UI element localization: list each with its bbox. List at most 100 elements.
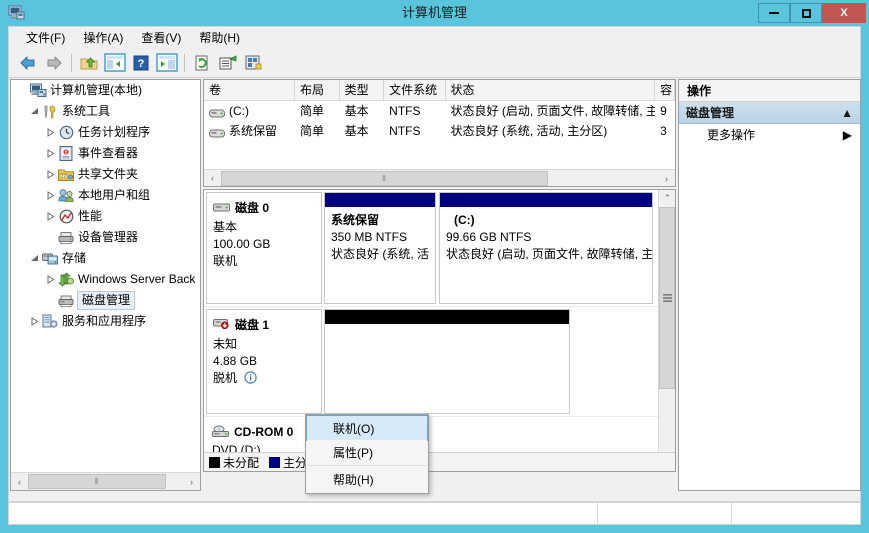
tree-item-disk-management[interactable]: 磁盘管理 <box>11 290 200 311</box>
chevron-up-icon[interactable]: ▲ <box>841 106 853 120</box>
cell-status: 状态良好 (系统, 活动, 主分区) <box>450 124 608 138</box>
tree-item-shared-folders[interactable]: 22 共享文件夹 <box>11 164 200 185</box>
disk-0-size: 100.00 GB <box>213 237 271 251</box>
cdrom-icon <box>212 425 230 439</box>
tree-item-storage[interactable]: 存储 <box>11 248 200 269</box>
partition-bar <box>440 193 652 207</box>
show-action-pane-icon[interactable] <box>154 51 180 75</box>
column-header-volume[interactable]: 卷 <box>204 80 296 100</box>
expander-collapsed-icon[interactable] <box>43 164 57 185</box>
disk-view-vertical-scrollbar[interactable]: ⌃ ⌄ <box>658 190 675 471</box>
expander-collapsed-icon[interactable] <box>43 269 57 290</box>
tools-icon <box>41 103 59 121</box>
expander-collapsed-icon[interactable] <box>43 122 57 143</box>
toolbar-separator-2 <box>184 53 185 72</box>
cell-filesystem: NTFS <box>389 104 421 118</box>
status-bar-main <box>9 503 598 524</box>
disk-0-info[interactable]: 磁盘 0 基本 100.00 GB 联机 <box>206 192 322 304</box>
tree-item-local-users-groups[interactable]: 本地用户和组 <box>11 185 200 206</box>
column-header-filesystem[interactable]: 文件系统 <box>384 80 446 100</box>
maximize-button[interactable] <box>790 3 822 23</box>
cdrom-0-title: CD-ROM 0 <box>212 425 316 439</box>
table-row[interactable]: 系统保留 简单 基本 NTFS 状态良好 (系统, 活动, 主分区) 3 <box>204 121 675 141</box>
cell-type: 基本 <box>344 104 369 118</box>
column-header-status[interactable]: 状态 <box>446 80 656 100</box>
disk-1-status-line: 脱机 <box>213 370 315 389</box>
tree-item-computer-management[interactable]: 计算机管理(本地) <box>11 80 200 101</box>
partition-bar-unallocated <box>325 310 569 324</box>
expander-expanded-icon[interactable] <box>27 101 41 122</box>
scroll-right-icon[interactable]: › <box>658 170 675 186</box>
scroll-up-icon[interactable]: ⌃ <box>659 190 675 207</box>
expander-expanded-icon[interactable] <box>27 248 41 269</box>
tree-item-windows-server-backup[interactable]: Windows Server Back <box>11 269 200 290</box>
table-row[interactable]: (C:) 简单 基本 NTFS 状态良好 (启动, 页面文件, 故障转储, 主分… <box>204 101 675 121</box>
forward-icon[interactable] <box>41 51 67 75</box>
back-icon[interactable] <box>15 51 41 75</box>
help-topics-icon[interactable] <box>241 51 267 75</box>
volume-list-table: 卷 布局 类型 文件系统 状态 容 (C:) 简单 基本 NTFS 状态良好 (… <box>203 79 676 187</box>
actions-section-disk-management[interactable]: 磁盘管理 ▲ <box>679 102 860 124</box>
action-item-more-actions[interactable]: 更多操作 ▶ <box>679 124 860 145</box>
toolbar: ? <box>8 48 861 78</box>
context-menu-item-help[interactable]: 帮助(H) <box>307 466 427 492</box>
tree-label: 磁盘管理 <box>77 291 136 310</box>
shared-folder-icon: 22 <box>57 166 75 184</box>
expander-collapsed-icon[interactable] <box>27 311 41 332</box>
menu-file[interactable]: 文件(F) <box>17 27 74 48</box>
help-question-icon[interactable]: ? <box>128 51 154 75</box>
context-menu-item-online[interactable]: 联机(O) <box>306 415 428 441</box>
expander-collapsed-icon[interactable] <box>43 185 57 206</box>
column-header-capacity[interactable]: 容 <box>655 80 675 100</box>
disk-offline-icon <box>213 318 231 332</box>
expander-collapsed-icon[interactable] <box>43 143 57 164</box>
info-badge-icon[interactable] <box>244 371 258 389</box>
menu-action[interactable]: 操作(A) <box>74 27 132 48</box>
tree-item-device-manager[interactable]: 设备管理器 <box>11 227 200 248</box>
partition-system-reserved[interactable]: 系统保留 350 MB NTFS 状态良好 (系统, 活 <box>324 192 436 304</box>
expander-collapsed-icon[interactable] <box>43 206 57 227</box>
scroll-right-icon[interactable]: › <box>183 473 200 490</box>
volume-scroll-thumb[interactable]: ⦀ <box>221 171 548 186</box>
maximize-icon <box>801 8 811 18</box>
menu-help[interactable]: 帮助(H) <box>190 27 249 48</box>
tree-item-event-viewer[interactable]: 事件查看器 <box>11 143 200 164</box>
partition-unallocated[interactable] <box>324 309 570 414</box>
context-menu-item-properties[interactable]: 属性(P) <box>307 440 427 466</box>
up-folder-icon[interactable] <box>76 51 102 75</box>
refresh-icon[interactable] <box>189 51 215 75</box>
tree-item-task-scheduler[interactable]: 任务计划程序 <box>11 122 200 143</box>
tree-item-services-and-applications[interactable]: 服务和应用程序 <box>11 311 200 332</box>
disk-1-info[interactable]: 磁盘 1 未知 4.88 GB 脱机 <box>206 309 322 414</box>
disk-row-0[interactable]: 磁盘 0 基本 100.00 GB 联机 系统保留 350 MB NTFS 状态… <box>204 190 658 307</box>
disk-1-title: 磁盘 1 <box>213 316 315 333</box>
show-console-tree-icon[interactable] <box>102 51 128 75</box>
disk-0-name: 磁盘 0 <box>235 201 270 215</box>
menu-view[interactable]: 查看(V) <box>132 27 190 48</box>
volume-icon <box>209 106 225 117</box>
close-button[interactable]: X <box>822 3 866 23</box>
column-header-layout[interactable]: 布局 <box>295 80 340 100</box>
scroll-left-icon[interactable]: ‹ <box>204 169 221 186</box>
export-list-icon[interactable] <box>215 51 241 75</box>
disk-row-1[interactable]: 磁盘 1 未知 4.88 GB 脱机 <box>204 307 658 417</box>
services-icon <box>41 313 59 331</box>
partition-c-drive[interactable]: (C:) 99.66 GB NTFS 状态良好 (启动, 页面文件, 故障转储,… <box>439 192 653 304</box>
disk-scroll-thumb[interactable] <box>659 207 675 389</box>
partition-name: (C:) <box>454 213 475 227</box>
content-area: 计算机管理(本地) 系统工具 任务计划程序 事件查看器 22 共享文件夹 本地用… <box>8 78 861 502</box>
minimize-button[interactable] <box>758 3 790 23</box>
scroll-left-icon[interactable]: ‹ <box>11 473 28 490</box>
disk-0-status: 联机 <box>213 254 238 268</box>
column-header-type[interactable]: 类型 <box>340 80 385 100</box>
chevron-right-icon[interactable]: ▶ <box>843 128 852 142</box>
tree-label: Windows Server Back <box>78 272 196 286</box>
tree-horizontal-scrollbar[interactable]: ‹ ⦀ › <box>11 472 200 490</box>
volume-table-horizontal-scrollbar[interactable]: ‹ ⦀ › <box>204 169 675 186</box>
tree-item-performance[interactable]: 性能 <box>11 206 200 227</box>
svg-text:?: ? <box>138 58 145 70</box>
tree-scroll-track[interactable]: ⦀ <box>28 473 183 490</box>
disk-0-partitions: 系统保留 350 MB NTFS 状态良好 (系统, 活 (C:) 99.66 … <box>324 190 658 306</box>
tree-scroll-thumb[interactable]: ⦀ <box>28 474 166 489</box>
tree-item-system-tools[interactable]: 系统工具 <box>11 101 200 122</box>
